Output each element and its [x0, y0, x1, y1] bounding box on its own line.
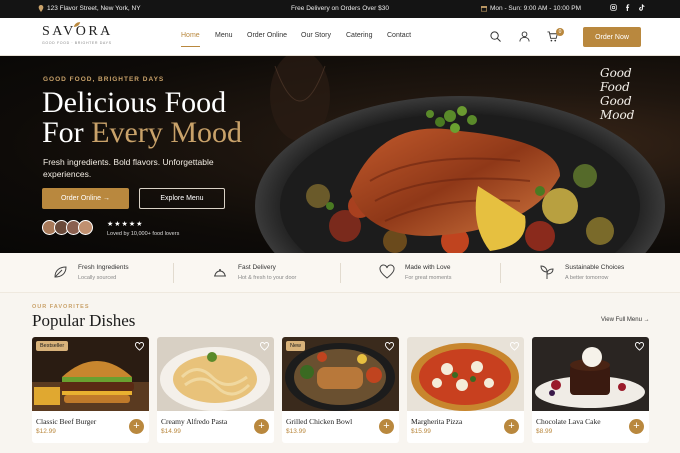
script-line: Mood — [600, 108, 635, 122]
nav-item-our-story[interactable]: Our Story — [301, 32, 331, 39]
nav-item-home[interactable]: Home — [181, 32, 200, 47]
dish-card[interactable]: Bestseller Classic Beef Burger $12.99 + — [32, 337, 149, 443]
favorite-heart-icon[interactable] — [135, 342, 144, 351]
dish-card[interactable]: Margherita Pizza $15.99 + — [407, 337, 524, 443]
favorite-heart-icon[interactable] — [635, 342, 644, 351]
dish-card[interactable]: Chocolate Lava Cake $8.99 + — [532, 337, 649, 443]
section-label: OUR FAVORITES — [32, 304, 90, 310]
dish-card[interactable]: Creamy Alfredo Pasta $14.99 + — [157, 337, 274, 443]
dish-card[interactable]: New Grilled Chicken Bowl $13.99 + — [282, 337, 399, 443]
nav-item-menu[interactable]: Menu — [215, 32, 233, 39]
dish-name: Creamy Alfredo Pasta — [161, 417, 228, 426]
user-account-icon[interactable] — [519, 31, 530, 42]
feature-title: Made with Love — [405, 264, 451, 271]
script-slogan: Good Food Good Mood — [600, 66, 652, 122]
add-to-cart-button[interactable]: + — [254, 419, 269, 434]
cart-count-badge: 0 — [556, 28, 564, 36]
hero-title-line2: For Every Mood — [42, 118, 242, 148]
brand-logo[interactable]: SAVORA GOOD FOOD · BRIGHTER DAYS — [42, 22, 112, 45]
dish-image-lava-cake — [532, 337, 649, 411]
customer-avatars — [42, 220, 93, 235]
dish-image-pizza — [407, 337, 524, 411]
add-to-cart-button[interactable]: + — [129, 419, 144, 434]
feature-title: Fast Delivery — [238, 264, 276, 271]
explore-menu-button[interactable]: Explore Menu — [139, 188, 225, 209]
hero-section: GOOD FOOD, BRIGHTER DAYS Delicious Food … — [0, 56, 680, 253]
view-full-menu-link[interactable]: View Full Menu → — [601, 317, 650, 323]
avatar — [78, 220, 93, 235]
script-line: Food — [600, 80, 630, 94]
heart-icon — [379, 264, 395, 279]
dish-price: $14.99 — [161, 428, 181, 435]
feature-title: Sustainable Choices — [565, 264, 625, 271]
tiktok-icon[interactable] — [638, 4, 645, 11]
add-to-cart-button[interactable]: + — [379, 419, 394, 434]
calendar-icon — [481, 6, 487, 12]
hero-title-prefix: For — [42, 116, 92, 149]
hero-title-accent: Every Mood — [91, 116, 242, 149]
facebook-icon[interactable] — [624, 4, 631, 11]
dish-name: Chocolate Lava Cake — [536, 417, 601, 426]
dish-price: $13.99 — [286, 428, 306, 435]
opening-hours: Mon - Sun: 9:00 AM - 10:00 PM — [481, 5, 581, 12]
divider — [173, 263, 174, 283]
cloche-icon — [214, 269, 226, 277]
hours-text: Mon - Sun: 9:00 AM - 10:00 PM — [490, 5, 582, 12]
main-navigation: SAVORA GOOD FOOD · BRIGHTER DAYS Home Me… — [0, 18, 680, 56]
hero-title: Delicious Food For Every Mood — [42, 88, 242, 148]
feature-subtitle: Locally sourced — [78, 275, 117, 281]
favorite-heart-icon[interactable] — [385, 342, 394, 351]
features-strip: Fresh Ingredients Locally sourced Fast D… — [0, 253, 680, 293]
loved-by-text: Loved by 10,000+ food lovers — [107, 231, 180, 237]
script-line: Good — [600, 94, 632, 108]
nav-item-catering[interactable]: Catering — [346, 32, 372, 39]
hero-subtitle: Fresh ingredients. Bold flavors. Unforge… — [43, 157, 214, 179]
feature-subtitle: Hot & fresh to your door — [238, 275, 297, 281]
dish-price: $12.99 — [36, 428, 56, 435]
rating-stars: ★★★★★ — [107, 221, 144, 228]
divider — [340, 263, 341, 283]
dish-image-pasta — [157, 337, 274, 411]
feature-subtitle: A better tomorrow — [565, 275, 609, 281]
feature-title: Fresh Ingredients — [78, 264, 129, 271]
bestseller-badge: Bestseller — [36, 341, 69, 351]
new-badge: New — [286, 341, 306, 351]
brand-tagline: GOOD FOOD · BRIGHTER DAYS — [42, 41, 112, 45]
top-info-bar: 123 Flavor Street, New York, NY Free Del… — [0, 0, 680, 18]
nav-item-contact[interactable]: Contact — [387, 32, 411, 39]
feature-subtitle: For great moments — [405, 275, 452, 281]
section-title: Popular Dishes — [32, 311, 136, 330]
dish-price: $8.99 — [536, 428, 553, 435]
sprout-icon — [540, 265, 554, 279]
instagram-icon[interactable] — [610, 4, 617, 11]
add-to-cart-button[interactable]: + — [629, 419, 644, 434]
dish-name: Margherita Pizza — [411, 417, 463, 426]
social-links — [610, 4, 645, 11]
favorite-heart-icon[interactable] — [260, 342, 269, 351]
nav-item-order-online[interactable]: Order Online — [247, 32, 287, 39]
order-online-button[interactable]: Order Online → — [42, 188, 129, 209]
dish-name: Classic Beef Burger — [36, 417, 97, 426]
leaf-logo-icon — [73, 22, 81, 27]
dish-name: Grilled Chicken Bowl — [286, 417, 353, 426]
script-line: Good — [600, 66, 632, 80]
order-now-button[interactable]: Order Now — [583, 27, 641, 47]
hero-eyebrow: GOOD FOOD, BRIGHTER DAYS — [43, 76, 165, 83]
leaf-icon — [54, 266, 67, 278]
dish-price: $15.99 — [411, 428, 431, 435]
divider — [500, 263, 501, 283]
hero-title-line1: Delicious Food — [42, 86, 227, 119]
search-icon[interactable] — [490, 31, 501, 42]
favorite-heart-icon[interactable] — [510, 342, 519, 351]
add-to-cart-button[interactable]: + — [504, 419, 519, 434]
